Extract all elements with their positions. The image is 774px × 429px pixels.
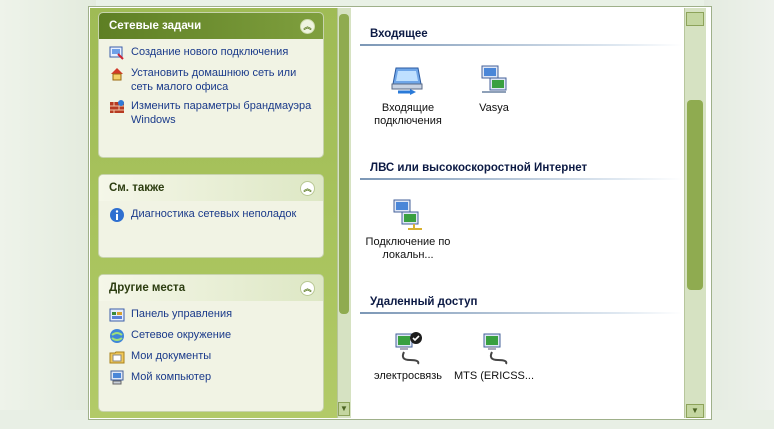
task-diagnostics-label: Диагностика сетевых неполадок [131, 208, 297, 220]
incoming-connections-icon [390, 62, 426, 98]
group-lan-title: ЛВС или высокоскоростной Интернет [370, 162, 588, 174]
network-tasks-panel: Сетевые задачи ︽ Создание нового подключ… [98, 12, 324, 158]
item-lan-connection[interactable]: Подключение по локальн... [360, 196, 456, 262]
network-tasks-header[interactable]: Сетевые задачи ︽ [99, 13, 323, 39]
firewall-icon [109, 99, 125, 115]
place-control-panel-label: Панель управления [131, 308, 233, 320]
control-panel-icon [109, 307, 125, 323]
see-also-title: См. также [109, 182, 165, 194]
scroll-up-button[interactable] [686, 12, 704, 26]
task-home-network-label: Установить домашнюю сеть или сеть малого… [131, 67, 297, 93]
lan-connection-icon [390, 196, 426, 232]
place-network-places-label: Сетевое окружение [131, 329, 232, 341]
item-elektrosvyaz-label: электросвязь [373, 370, 443, 382]
place-my-computer[interactable]: Мой компьютер [109, 370, 315, 386]
background-right [704, 0, 774, 429]
item-vasya-label: Vasya [479, 102, 509, 114]
item-lan-connection-label: Подключение по локальн... [365, 236, 451, 261]
dialup-icon [476, 330, 512, 366]
content-scroll-thumb[interactable] [687, 100, 703, 290]
my-documents-icon [109, 349, 125, 365]
group-divider [360, 178, 682, 180]
network-places-icon [109, 328, 125, 344]
place-control-panel[interactable]: Панель управления [109, 307, 315, 323]
task-pane-scroll-thumb[interactable] [339, 14, 349, 314]
task-home-network[interactable]: Установить домашнюю сеть или сеть малого… [109, 66, 315, 94]
item-vasya[interactable]: Vasya [446, 62, 542, 115]
task-new-connection-label: Создание нового подключения [131, 46, 289, 58]
my-computer-icon [109, 370, 125, 386]
item-elektrosvyaz[interactable]: электросвязь [360, 330, 456, 383]
network-connection-icon [476, 62, 512, 98]
group-divider [360, 44, 682, 46]
content-top [352, 8, 684, 20]
item-incoming-connections-label: Входящие подключения [374, 102, 442, 127]
other-places-title: Другие места [109, 282, 186, 294]
task-firewall-label: Изменить параметры брандмауэра Windows [131, 100, 312, 126]
group-divider [360, 312, 682, 314]
other-places-header[interactable]: Другие места ︽ [99, 275, 323, 301]
item-mts-label: MTS (ERICSS... [453, 370, 535, 382]
collapse-chevron-icon[interactable]: ︽ [300, 280, 315, 296]
collapse-chevron-icon[interactable]: ︽ [300, 180, 315, 196]
background-left [0, 0, 96, 429]
place-my-computer-label: Мой компьютер [131, 371, 212, 383]
info-icon [109, 207, 125, 223]
scroll-down-icon[interactable]: ▼ [338, 402, 350, 416]
scroll-down-icon[interactable]: ▼ [686, 404, 704, 418]
collapse-chevron-icon[interactable]: ︽ [300, 18, 315, 34]
task-new-connection[interactable]: Создание нового подключения [109, 45, 315, 61]
task-diagnostics[interactable]: Диагностика сетевых неполадок [109, 207, 315, 223]
item-mts[interactable]: MTS (ERICSS... [446, 330, 542, 383]
other-places-panel: Другие места ︽ Панель управления Сетевое… [98, 274, 324, 412]
group-incoming-title: Входящее [370, 28, 428, 40]
place-network-places[interactable]: Сетевое окружение [109, 328, 315, 344]
group-dialup-title: Удаленный доступ [370, 296, 478, 308]
place-my-documents-label: Мои документы [131, 350, 212, 362]
see-also-header[interactable]: См. также ︽ [99, 175, 323, 201]
dialup-default-icon [390, 330, 426, 366]
task-firewall[interactable]: Изменить параметры брандмауэра Windows [109, 99, 315, 127]
see-also-panel: См. также ︽ Диагностика сетевых неполадо… [98, 174, 324, 258]
item-incoming-connections[interactable]: Входящие подключения [360, 62, 456, 128]
network-tasks-title: Сетевые задачи [109, 20, 202, 32]
home-network-icon [109, 66, 125, 82]
new-connection-icon [109, 45, 125, 61]
place-my-documents[interactable]: Мои документы [109, 349, 315, 365]
